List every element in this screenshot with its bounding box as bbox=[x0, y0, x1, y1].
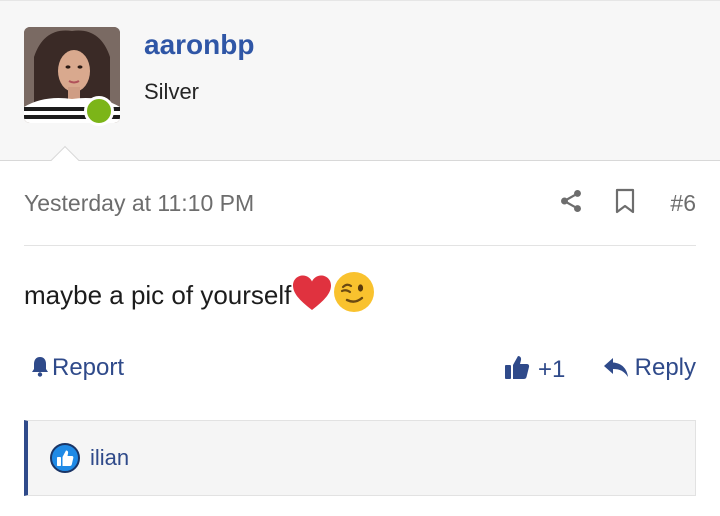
user-rank: Silver bbox=[144, 79, 200, 104]
bell-icon bbox=[32, 357, 48, 377]
username-link[interactable]: aaronbp bbox=[144, 29, 254, 61]
reply-button[interactable]: Reply bbox=[603, 354, 696, 382]
winking-face-emoji-icon bbox=[334, 272, 375, 313]
online-status-indicator bbox=[84, 96, 114, 126]
bookmark-icon[interactable] bbox=[613, 188, 637, 214]
message-text: maybe a pic of yourself bbox=[24, 280, 292, 310]
post-author-header: aaronbp Silver bbox=[0, 0, 720, 161]
like-count: +1 bbox=[538, 356, 566, 383]
post-timestamp[interactable]: Yesterday at 11:10 PM bbox=[24, 190, 254, 217]
reactions-bar[interactable]: ilian bbox=[24, 420, 696, 496]
post-meta: Yesterday at 11:10 PM #6 bbox=[24, 186, 696, 226]
reply-label: Reply bbox=[634, 354, 696, 381]
thumbs-up-icon bbox=[505, 356, 530, 379]
post-number-link[interactable]: #6 bbox=[670, 190, 696, 217]
report-button[interactable]: Report bbox=[30, 354, 124, 382]
post-actions: Report +1 Reply bbox=[24, 350, 696, 390]
report-label: Report bbox=[52, 354, 125, 381]
share-icon[interactable] bbox=[558, 188, 584, 214]
post-message: maybe a pic of yourself bbox=[24, 272, 375, 313]
red-heart-emoji-icon bbox=[293, 275, 332, 311]
reaction-user-link[interactable]: ilian bbox=[90, 445, 129, 471]
like-button[interactable]: +1 bbox=[504, 354, 565, 384]
divider bbox=[24, 245, 696, 246]
like-reaction-icon bbox=[50, 443, 80, 473]
reply-arrow-icon bbox=[603, 358, 628, 377]
